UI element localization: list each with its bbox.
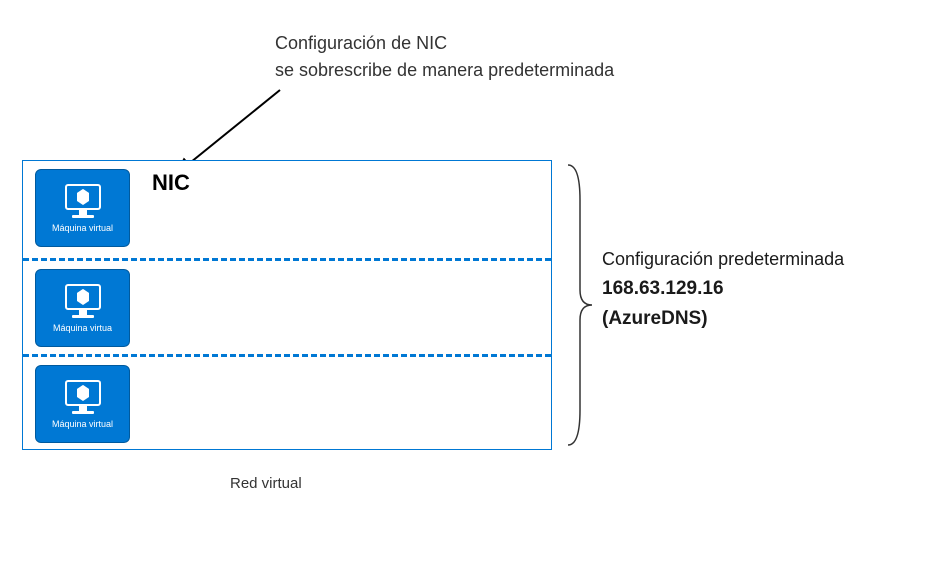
vm-tile-2: Máquina virtua bbox=[35, 269, 130, 347]
default-config-ip: 168.63.129.16 bbox=[602, 274, 844, 304]
nic-annotation: Configuración de NIC se sobrescribe de m… bbox=[275, 30, 614, 84]
subnet-3: Máquina virtual bbox=[23, 354, 551, 451]
default-config-block: Configuración predeterminada 168.63.129.… bbox=[602, 245, 844, 335]
virtual-network-container: Máquina virtual Máquina virtua bbox=[22, 160, 552, 450]
vm-tile-1: Máquina virtual bbox=[35, 169, 130, 247]
nic-label: NIC bbox=[152, 170, 190, 196]
default-config-service: (AzureDNS) bbox=[602, 304, 844, 334]
curly-brace bbox=[560, 160, 600, 450]
subnet-1: Máquina virtual bbox=[23, 161, 551, 258]
annotation-line2: se sobrescribe de manera predeterminada bbox=[275, 57, 614, 84]
vnet-caption: Red virtual bbox=[230, 475, 302, 492]
vm-icon bbox=[62, 379, 104, 417]
vm-tile-3: Máquina virtual bbox=[35, 365, 130, 443]
vm-icon bbox=[62, 283, 104, 321]
subnet-2: Máquina virtua bbox=[23, 258, 551, 355]
default-config-title: Configuración predeterminada bbox=[602, 245, 844, 274]
vm-icon bbox=[62, 183, 104, 221]
annotation-line1: Configuración de NIC bbox=[275, 30, 614, 57]
vm-label-3: Máquina virtual bbox=[52, 419, 113, 429]
vm-label-2: Máquina virtua bbox=[53, 323, 112, 333]
vm-label-1: Máquina virtual bbox=[52, 223, 113, 233]
